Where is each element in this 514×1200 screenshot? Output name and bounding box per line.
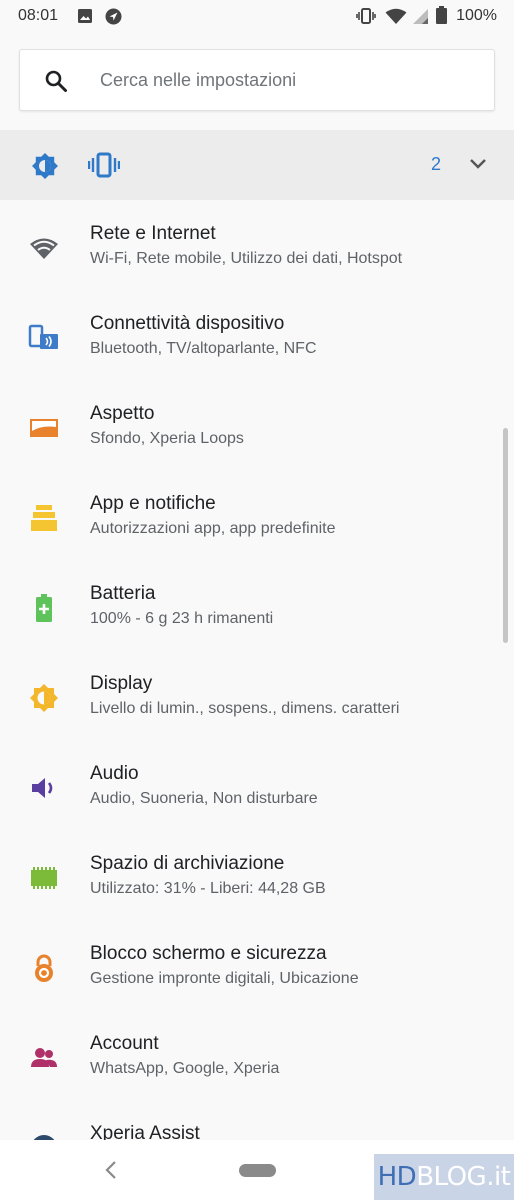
settings-item-title: Display: [90, 673, 153, 694]
settings-item-subtitle: Bluetooth, TV/altoparlante, NFC: [90, 340, 317, 357]
adaptive-brightness-icon: [32, 153, 58, 179]
wallpaper-icon: [30, 419, 58, 437]
settings-item-subtitle: Utilizzato: 31% - Liberi: 44,28 GB: [90, 880, 326, 897]
settings-item-subtitle: Livello di lumin., sospens., dimens. car…: [90, 700, 400, 717]
settings-item-security[interactable]: Blocco schermo e sicurezza Gestione impr…: [0, 920, 514, 1010]
settings-item-title: Blocco schermo e sicurezza: [90, 943, 327, 964]
battery-percent: 100%: [456, 7, 497, 24]
vibrate-icon: [88, 152, 120, 178]
back-icon[interactable]: [103, 1160, 119, 1180]
settings-item-battery[interactable]: Batteria 100% - 6 g 23 h rimanenti: [0, 560, 514, 650]
battery-status-icon: [436, 6, 447, 24]
vibrate-status-icon: [356, 8, 376, 24]
settings-item-title: Aspetto: [90, 403, 155, 424]
settings-item-title: Connettività dispositivo: [90, 313, 285, 334]
settings-item-display[interactable]: Display Livello di lumin., sospens., dim…: [0, 650, 514, 740]
settings-item-title: Batteria: [90, 583, 156, 604]
settings-item-subtitle: Audio, Suoneria, Non disturbare: [90, 790, 318, 807]
home-pill[interactable]: [239, 1164, 276, 1177]
settings-item-storage[interactable]: Spazio di archiviazione Utilizzato: 31% …: [0, 830, 514, 920]
settings-item-title: Audio: [90, 763, 139, 784]
settings-item-title: Account: [90, 1033, 159, 1054]
watermark-part-1: HD: [377, 1162, 417, 1192]
settings-item-subtitle: WhatsApp, Google, Xperia: [90, 1060, 280, 1077]
settings-item-title: Spazio di archiviazione: [90, 853, 285, 874]
watermark: HDBLOG.it: [374, 1154, 514, 1200]
brightness-icon: [30, 684, 58, 712]
status-bar: 08:01 100%: [0, 0, 514, 32]
settings-item-subtitle: Sfondo, Xperia Loops: [90, 430, 244, 447]
scrollbar[interactable]: [503, 428, 508, 643]
signal-status-icon: [413, 9, 428, 24]
settings-item-accounts[interactable]: Account WhatsApp, Google, Xperia: [0, 1010, 514, 1100]
settings-item-title: Rete e Internet: [90, 223, 216, 244]
search-icon: [45, 70, 67, 92]
gallery-notification-icon: [78, 9, 92, 23]
conditions-bar[interactable]: 2: [0, 130, 514, 200]
search-placeholder: Cerca nelle impostazioni: [100, 70, 297, 90]
settings-item-audio[interactable]: Audio Audio, Suoneria, Non disturbare: [0, 740, 514, 830]
settings-item-title: App e notifiche: [90, 493, 216, 514]
settings-item-connected-devices[interactable]: Connettività dispositivo Bluetooth, TV/a…: [0, 290, 514, 380]
watermark-part-2: BLOG.it: [416, 1162, 511, 1192]
volume-icon: [32, 778, 53, 798]
account-icon: [31, 1048, 57, 1067]
chevron-down-icon[interactable]: [468, 157, 488, 171]
battery-icon: [36, 594, 52, 622]
search-bar[interactable]: Cerca nelle impostazioni: [19, 49, 495, 111]
settings-item-appearance[interactable]: Aspetto Sfondo, Xperia Loops: [0, 380, 514, 470]
navigation-notification-icon: [105, 8, 122, 25]
apps-icon: [31, 505, 57, 531]
wifi-icon: [30, 238, 58, 259]
status-time: 08:01: [18, 7, 59, 24]
settings-list: Rete e Internet Wi-Fi, Rete mobile, Util…: [0, 200, 514, 1190]
settings-item-network[interactable]: Rete e Internet Wi-Fi, Rete mobile, Util…: [0, 200, 514, 290]
wifi-status-icon: [385, 8, 407, 24]
settings-item-subtitle: Gestione impronte digitali, Ubicazione: [90, 970, 359, 987]
settings-item-subtitle: 100% - 6 g 23 h rimanenti: [90, 610, 274, 627]
settings-item-subtitle: Autorizzazioni app, app predefinite: [90, 520, 336, 537]
settings-item-subtitle: Wi-Fi, Rete mobile, Utilizzo dei dati, H…: [90, 250, 403, 267]
lock-icon: [35, 954, 53, 982]
conditions-count: 2: [431, 154, 442, 174]
settings-item-apps[interactable]: App e notifiche Autorizzazioni app, app …: [0, 470, 514, 560]
devices-icon: [28, 324, 58, 349]
storage-icon: [31, 867, 57, 889]
